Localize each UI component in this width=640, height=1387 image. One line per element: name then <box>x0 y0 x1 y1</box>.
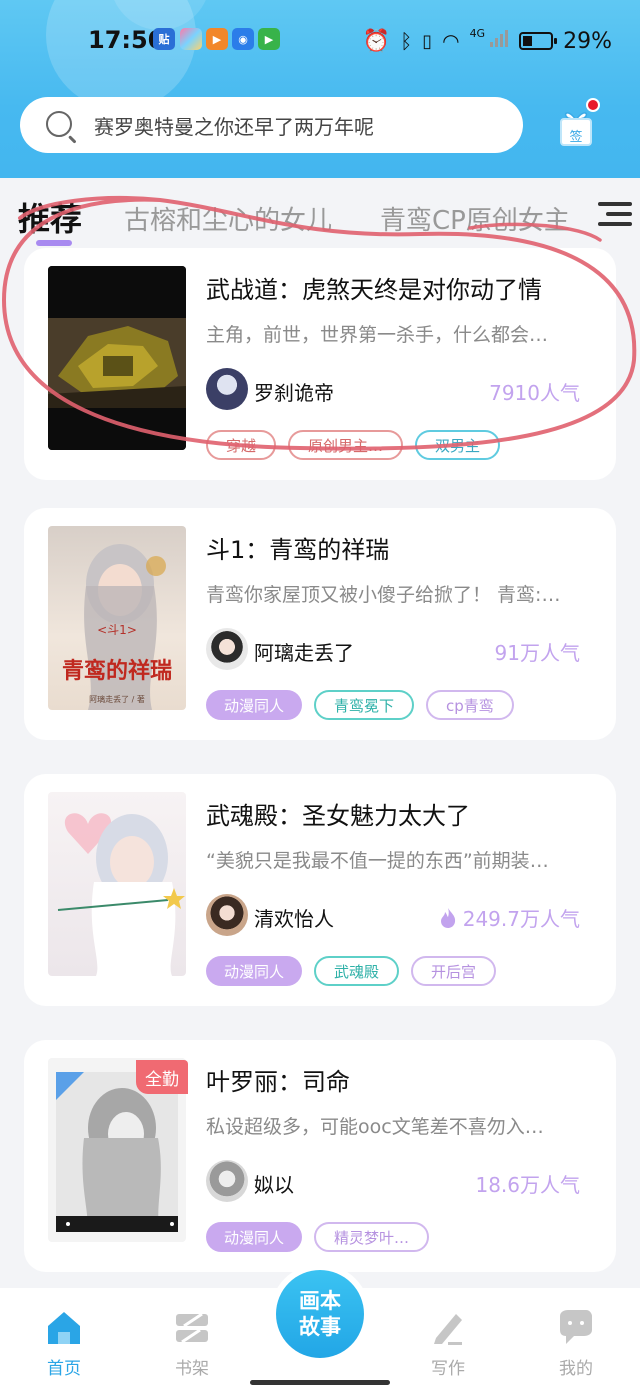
book-cover: <斗1> 青鸾的祥瑞 阿璃走丢了 / 著 <box>48 526 186 710</box>
tag-list: 动漫同人 精灵梦叶… <box>206 1222 430 1252</box>
popularity-text: 91万人气 <box>494 641 580 665</box>
book-title: 武魂殿：圣女魅力太大了 <box>206 802 470 830</box>
full-attendance-badge: 全勤 <box>136 1060 188 1094</box>
chat-bubble-icon <box>556 1308 596 1348</box>
network-type: 4G <box>469 26 486 40</box>
book-description: 私设超级多，可能ooc文笔差不喜勿入… <box>206 1116 544 1138</box>
tag[interactable]: 动漫同人 <box>206 1222 303 1252</box>
popularity-text: 249.7万人气 <box>462 907 580 931</box>
notification-app-icon: ▶ <box>206 28 228 50</box>
tag[interactable]: 开后宫 <box>411 956 497 986</box>
notification-app-icon: ◉ <box>232 28 254 50</box>
pencil-icon <box>428 1308 468 1348</box>
book-card[interactable]: 武战道：虎煞天终是对你动了情 主角，前世，世界第一杀手，什么都会… 罗刹诡帝 7… <box>24 248 616 480</box>
search-placeholder: 赛罗奥特曼之你还早了两万年呢 <box>94 115 374 139</box>
book-card[interactable]: 武魂殿：圣女魅力太大了 “美貌只是我最不值一提的东西”前期装… 清欢怡人 249… <box>24 774 616 1006</box>
author-avatar <box>206 628 248 670</box>
nav-me[interactable]: 我的 <box>516 1288 636 1387</box>
book-card[interactable]: <斗1> 青鸾的祥瑞 阿璃走丢了 / 著 斗1：青鸾的祥瑞 青鸾你家屋顶又被小傻… <box>24 508 616 740</box>
nav-home[interactable]: 首页 <box>4 1288 124 1387</box>
status-indicators: ⏰ ᛒ ▯ ◠ 4G 29% <box>363 26 612 56</box>
cover-author: 阿璃走丢了 / 著 <box>89 694 145 704</box>
home-icon <box>44 1308 84 1348</box>
notification-dot <box>586 98 600 112</box>
status-bar: 17:50 贴 ▶ ◉ ▶ ⏰ ᛒ ▯ ◠ 4G 29% <box>0 22 640 62</box>
tab-item[interactable]: 青鸾CP原创女主 <box>380 200 570 237</box>
alarm-icon: ⏰ <box>362 28 391 54</box>
book-title: 武战道：虎煞天终是对你动了情 <box>206 276 542 304</box>
author-name: 阿璃走丢了 <box>254 641 354 665</box>
create-story-line1: 画本 <box>299 1289 341 1313</box>
tag[interactable]: 双男主 <box>415 430 501 460</box>
cover-series: <斗1> <box>97 623 137 637</box>
book-cover <box>48 266 186 450</box>
book-title: 叶罗丽：司命 <box>206 1068 350 1096</box>
tag[interactable]: 动漫同人 <box>206 690 303 720</box>
popularity-count: 18.6万人气 <box>475 1169 580 1198</box>
author-name: 姒以 <box>254 1173 294 1197</box>
book-description: 主角，前世，世界第一杀手，什么都会… <box>206 324 549 346</box>
nav-shelf-label: 书架 <box>175 1359 209 1379</box>
popularity-text: 7910人气 <box>489 381 580 405</box>
notification-app-icon: ▶ <box>258 28 280 50</box>
author-avatar <box>206 894 248 936</box>
tag[interactable]: 穿越 <box>206 430 277 460</box>
author-avatar <box>206 1160 248 1202</box>
book-description: “美貌只是我最不值一提的东西”前期装… <box>206 850 549 872</box>
tag[interactable]: 青鸾冕下 <box>314 690 415 720</box>
author-name: 清欢怡人 <box>254 907 334 931</box>
nav-me-label: 我的 <box>559 1359 593 1379</box>
book-card[interactable]: 全勤 叶罗丽：司命 私设超级多，可能ooc文笔差不喜勿入… 姒以 18.6万人气… <box>24 1040 616 1272</box>
category-tabs: 推荐 古榕和尘心的女儿 青鸾CP原创女主 <box>0 178 640 250</box>
vibrate-icon: ▯ <box>422 30 433 52</box>
wifi-icon: ◠ <box>442 29 460 53</box>
battery-icon <box>519 32 558 50</box>
popularity-count: 7910人气 <box>489 377 580 406</box>
tag-list: 穿越 原创男主… 双男主 <box>206 430 501 460</box>
author-avatar <box>206 368 248 410</box>
tab-recommend[interactable]: 推荐 <box>18 194 82 240</box>
popularity-text: 18.6万人气 <box>475 1173 580 1197</box>
menu-icon <box>598 222 632 226</box>
nav-write[interactable]: 写作 <box>388 1288 508 1387</box>
cover-title: 青鸾的祥瑞 <box>62 658 172 684</box>
tag[interactable]: 武魂殿 <box>314 956 400 986</box>
tag-list: 动漫同人 武魂殿 开后宫 <box>206 956 497 986</box>
sign-in-label: 签 <box>560 118 592 146</box>
menu-icon <box>606 212 632 216</box>
book-cover <box>48 792 186 976</box>
home-indicator <box>250 1380 390 1385</box>
search-icon <box>46 111 72 137</box>
signal-icon <box>489 28 509 54</box>
search-bar[interactable]: 赛罗奥特曼之你还早了两万年呢 <box>20 97 523 153</box>
book-description: 青鸾你家屋顶又被小傻子给掀了！ 青鸾:… <box>206 584 561 606</box>
tag[interactable]: 原创男主… <box>288 430 404 460</box>
bluetooth-icon: ᛒ <box>400 29 413 53</box>
author-name: 罗刹诡帝 <box>254 381 334 405</box>
flame-icon <box>440 907 455 928</box>
tag[interactable]: 精灵梦叶… <box>314 1222 430 1252</box>
tab-menu-button[interactable] <box>586 178 640 250</box>
notification-app-icon <box>180 28 202 50</box>
tag[interactable]: 动漫同人 <box>206 956 303 986</box>
book-title: 斗1：青鸾的祥瑞 <box>206 536 390 564</box>
nav-shelf[interactable]: 书架 <box>132 1288 252 1387</box>
nav-write-label: 写作 <box>431 1359 465 1379</box>
nav-home-label: 首页 <box>47 1359 81 1379</box>
tab-indicator <box>36 240 72 246</box>
menu-icon <box>598 202 632 206</box>
tag-list: 动漫同人 青鸾冕下 cp青鸾 <box>206 690 514 720</box>
tag[interactable]: cp青鸾 <box>426 690 514 720</box>
create-story-line2: 故事 <box>299 1315 341 1339</box>
tab-item[interactable]: 古榕和尘心的女儿 <box>124 200 332 237</box>
battery-percent: 29% <box>563 28 612 54</box>
bookshelf-icon <box>172 1308 212 1348</box>
create-story-button[interactable]: 画本 故事 <box>276 1270 364 1358</box>
notification-app-icon: 贴 <box>153 28 175 50</box>
popularity-count: 249.7万人气 <box>439 903 580 932</box>
popularity-count: 91万人气 <box>495 637 580 666</box>
